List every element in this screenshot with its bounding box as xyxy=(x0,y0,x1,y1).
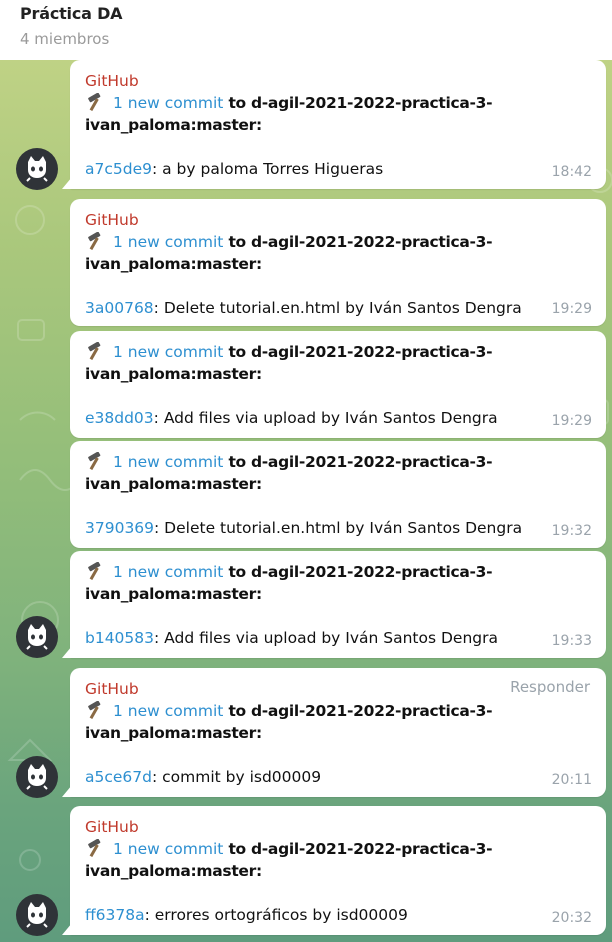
repo-name-line1: d-agil-2021-2022-practica-3- xyxy=(251,840,493,858)
new-commit-link[interactable]: 1 new commit xyxy=(113,702,223,720)
commit-message: : a by paloma Torres Higueras xyxy=(151,160,384,178)
to-text: to xyxy=(223,233,251,251)
repo-name-line1: d-agil-2021-2022-practica-3- xyxy=(251,94,493,112)
repo-name-line1: d-agil-2021-2022-practica-3- xyxy=(251,343,493,361)
to-text: to xyxy=(223,94,251,112)
to-text: to xyxy=(223,840,251,858)
message-bubble[interactable]: 1 new commit to d-agil-2021-2022-practic… xyxy=(70,331,606,438)
message-time: 19:29 xyxy=(551,301,592,317)
commit-message: : Add files via upload by Iván Santos De… xyxy=(153,409,498,427)
hammer-icon xyxy=(88,93,101,111)
sender-name: GitHub xyxy=(85,211,139,229)
commit-message: : Delete tutorial.en.html by Iván Santos… xyxy=(154,519,523,537)
member-count: 4 miembros xyxy=(20,30,110,48)
message-bubble[interactable]: GitHub 1 new commit to d-agil-2021-2022-… xyxy=(70,199,606,326)
repo-name-line1: d-agil-2021-2022-practica-3- xyxy=(251,453,493,471)
message-bubble[interactable]: Responder GitHub 1 new commit to d-agil-… xyxy=(62,668,606,797)
github-octocat-icon xyxy=(26,156,48,182)
message-time: 19:29 xyxy=(551,413,592,429)
new-commit-link[interactable]: 1 new commit xyxy=(113,840,223,858)
repo-name-line2: ivan_paloma:master: xyxy=(85,475,262,493)
new-commit-link[interactable]: 1 new commit xyxy=(113,343,223,361)
github-avatar[interactable] xyxy=(16,148,58,190)
message-time: 19:33 xyxy=(551,633,592,649)
to-text: to xyxy=(223,343,251,361)
commit-hash-link[interactable]: a7c5de9 xyxy=(85,160,152,178)
repo-name-line2: ivan_paloma:master: xyxy=(85,116,262,134)
commit-hash-link[interactable]: e38dd03 xyxy=(85,409,154,427)
to-text: to xyxy=(223,563,251,581)
message-time: 20:11 xyxy=(551,772,592,788)
to-text: to xyxy=(223,453,251,471)
commit-hash-link[interactable]: 3790369 xyxy=(85,519,154,537)
new-commit-link[interactable]: 1 new commit xyxy=(113,94,223,112)
new-commit-link[interactable]: 1 new commit xyxy=(113,563,223,581)
github-avatar[interactable] xyxy=(16,894,58,936)
repo-name-line2: ivan_paloma:master: xyxy=(85,724,262,742)
message-bubble[interactable]: 1 new commit to d-agil-2021-2022-practic… xyxy=(62,551,606,658)
message-time: 19:32 xyxy=(551,523,592,539)
commit-hash-link[interactable]: ff6378a xyxy=(85,906,145,924)
message-time: 18:42 xyxy=(551,164,592,180)
new-commit-link[interactable]: 1 new commit xyxy=(113,233,223,251)
hammer-icon xyxy=(88,232,101,250)
commit-hash-link[interactable]: a5ce67d xyxy=(85,768,152,786)
github-octocat-icon xyxy=(26,624,48,650)
reply-button[interactable]: Responder xyxy=(510,676,590,698)
commit-message: : Delete tutorial.en.html by Iván Santos… xyxy=(153,299,522,317)
message-bubble[interactable]: GitHub 1 new commit to d-agil-2021-2022-… xyxy=(62,60,606,189)
message-bubble[interactable]: 1 new commit to d-agil-2021-2022-practic… xyxy=(70,441,606,548)
message-bubble[interactable]: GitHub 1 new commit to d-agil-2021-2022-… xyxy=(62,806,606,935)
commit-hash-link[interactable]: b140583 xyxy=(85,629,154,647)
commit-message: : errores ortográficos by isd00009 xyxy=(144,906,408,924)
hammer-icon xyxy=(88,562,101,580)
new-commit-link[interactable]: 1 new commit xyxy=(113,453,223,471)
github-octocat-icon xyxy=(26,902,48,928)
repo-name-line2: ivan_paloma:master: xyxy=(85,365,262,383)
hammer-icon xyxy=(88,342,101,360)
github-avatar[interactable] xyxy=(16,756,58,798)
commit-hash-link[interactable]: 3a00768 xyxy=(85,299,154,317)
repo-name-line1: d-agil-2021-2022-practica-3- xyxy=(251,702,493,720)
repo-name-line2: ivan_paloma:master: xyxy=(85,255,262,273)
repo-name-line1: d-agil-2021-2022-practica-3- xyxy=(251,563,493,581)
repo-name-line2: ivan_paloma:master: xyxy=(85,585,262,603)
message-list[interactable]: GitHub 1 new commit to d-agil-2021-2022-… xyxy=(0,60,612,942)
repo-name-line1: d-agil-2021-2022-practica-3- xyxy=(251,233,493,251)
repo-name-line2: ivan_paloma:master: xyxy=(85,862,262,880)
hammer-icon xyxy=(88,839,101,857)
chat-title: Práctica DA xyxy=(20,4,123,23)
hammer-icon xyxy=(88,452,101,470)
hammer-icon xyxy=(88,701,101,719)
sender-name: GitHub xyxy=(85,818,139,836)
chat-header[interactable]: Práctica DA 4 miembros xyxy=(0,0,612,60)
commit-message: : Add files via upload by Iván Santos De… xyxy=(154,629,498,647)
github-avatar[interactable] xyxy=(16,616,58,658)
commit-message: : commit by isd00009 xyxy=(151,768,322,786)
message-time: 20:32 xyxy=(551,910,592,926)
sender-name: GitHub xyxy=(85,72,139,90)
github-octocat-icon xyxy=(26,764,48,790)
to-text: to xyxy=(223,702,251,720)
